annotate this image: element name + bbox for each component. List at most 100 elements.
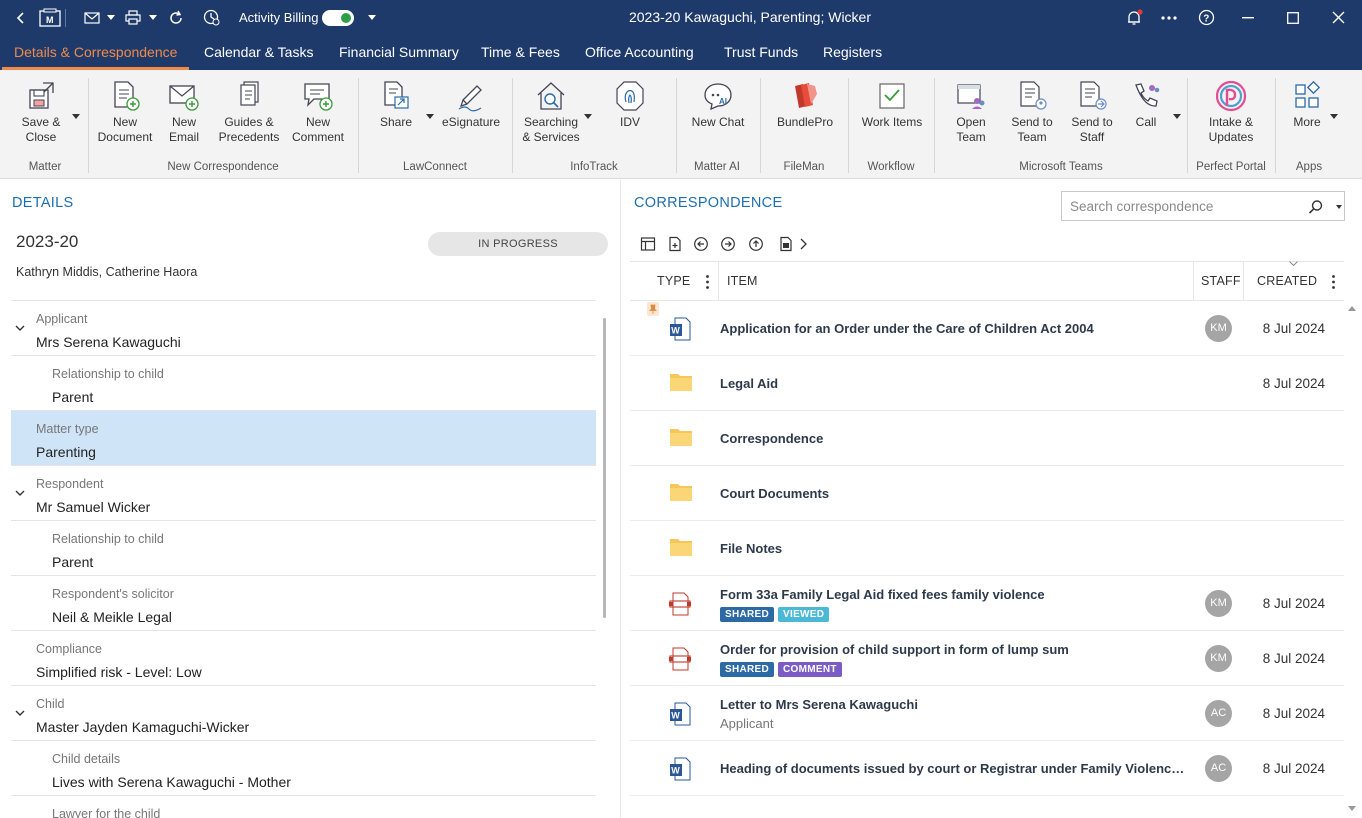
table-row[interactable]: Legal Aid 8 Jul 2024 — [630, 356, 1344, 411]
pane-divider[interactable] — [620, 180, 621, 818]
search-input[interactable] — [1062, 192, 1302, 220]
call-button[interactable]: Call — [1130, 80, 1162, 130]
tab-registers[interactable]: Registers — [823, 35, 882, 70]
open-team-button[interactable]: Open Team — [950, 80, 992, 145]
column-divider[interactable] — [1243, 262, 1244, 301]
table-row[interactable]: Court Documents — [630, 466, 1344, 521]
intake-updates-button[interactable]: Intake & Updates — [1204, 80, 1258, 145]
layout-icon[interactable] — [640, 236, 656, 252]
column-header-type[interactable]: TYPE — [657, 262, 690, 301]
scroll-up-arrow-icon[interactable] — [1348, 306, 1356, 311]
more-label: More — [1293, 115, 1321, 129]
tab-calendar-tasks[interactable]: Calendar & Tasks — [204, 35, 313, 70]
tab-financial-summary[interactable]: Financial Summary — [339, 35, 459, 70]
back-icon[interactable] — [693, 236, 709, 252]
bundlepro-button[interactable]: BundlePro — [774, 80, 836, 130]
detail-row-child[interactable]: Child Master Jayden Kamaguchi-Wicker — [11, 686, 596, 741]
scroll-down-arrow-icon[interactable] — [1348, 806, 1356, 811]
table-row[interactable]: Form 33a Family Legal Aid fixed fees fam… — [630, 576, 1344, 631]
email-dropdown-icon[interactable] — [106, 0, 116, 35]
search-icon[interactable] — [1308, 199, 1324, 215]
send-to-staff-button[interactable]: Send to Staff — [1068, 80, 1116, 145]
preview-icon[interactable] — [779, 236, 795, 252]
work-items-button[interactable]: Work Items — [858, 80, 926, 130]
detail-row-relationship[interactable]: Relationship to child Parent — [11, 521, 596, 576]
save-close-button[interactable]: Save & Close — [16, 80, 66, 145]
email-icon[interactable] — [82, 0, 102, 35]
new-item-icon[interactable] — [667, 236, 683, 252]
activity-billing-toggle[interactable] — [322, 10, 354, 26]
tab-time-fees[interactable]: Time & Fees — [481, 35, 560, 70]
print-dropdown-icon[interactable] — [148, 0, 158, 35]
titlebar-dropdown-icon[interactable] — [367, 0, 377, 35]
table-row[interactable]: Correspondence — [630, 411, 1344, 466]
share-dropdown-icon[interactable] — [426, 114, 434, 119]
table-row[interactable]: W Application for an Order under the Car… — [630, 301, 1344, 356]
chevron-down-icon[interactable] — [15, 488, 25, 498]
searching-services-button[interactable]: Searching & Services — [520, 80, 582, 145]
refresh-icon[interactable] — [166, 0, 186, 35]
tab-details-correspondence[interactable]: Details & Correspondence — [14, 35, 177, 70]
chevron-down-icon[interactable] — [15, 708, 25, 718]
detail-row-applicant[interactable]: Applicant Mrs Serena Kawaguchi — [11, 301, 596, 356]
maximize-icon[interactable] — [1283, 0, 1303, 35]
call-dropdown-icon[interactable] — [1173, 114, 1181, 119]
item-title: Application for an Order under the Care … — [720, 321, 1094, 336]
up-icon[interactable] — [748, 236, 764, 252]
tab-office-accounting[interactable]: Office Accounting — [585, 35, 694, 70]
chevron-down-icon[interactable] — [15, 323, 25, 333]
detail-row-matter-type[interactable]: Matter type Parenting — [11, 411, 596, 466]
more-dropdown-icon[interactable] — [1330, 114, 1338, 119]
guides-precedents-button[interactable]: Guides & Precedents — [218, 80, 280, 145]
minimize-icon[interactable] — [1238, 0, 1258, 35]
column-header-staff[interactable]: STAFF — [1201, 262, 1241, 301]
share-button[interactable]: Share — [376, 80, 416, 130]
print-icon[interactable] — [122, 0, 144, 35]
new-chat-button[interactable]: AI New Chat — [688, 80, 748, 130]
pin-icon[interactable] — [647, 302, 659, 316]
detail-row-child-details[interactable]: Child details Lives with Serena Kawaguch… — [11, 741, 596, 796]
help-icon[interactable]: ? — [1195, 0, 1217, 35]
send-to-staff-icon — [1076, 80, 1108, 112]
clock-icon[interactable] — [200, 0, 222, 35]
more-options-icon[interactable] — [1158, 0, 1180, 35]
searching-services-dropdown-icon[interactable] — [584, 114, 592, 119]
column-header-item[interactable]: ITEM — [727, 262, 758, 301]
detail-row-relationship[interactable]: Relationship to child Parent — [11, 356, 596, 411]
more-apps-button[interactable]: More — [1290, 80, 1324, 130]
column-divider[interactable] — [718, 262, 719, 301]
esignature-label: eSignature — [442, 115, 501, 129]
detail-row-respondent-solicitor[interactable]: Respondent's solicitor Neil & Meikle Leg… — [11, 576, 596, 631]
notification-bell-icon[interactable] — [1122, 0, 1146, 35]
details-scrollbar[interactable] — [603, 318, 606, 618]
idv-button[interactable]: IDV — [610, 80, 650, 130]
tab-trust-funds[interactable]: Trust Funds — [724, 35, 798, 70]
new-comment-button[interactable]: New Comment — [290, 80, 346, 145]
send-to-team-button[interactable]: Send to Team — [1008, 80, 1056, 145]
group-matter-ai: Matter AI — [693, 161, 741, 173]
table-row[interactable]: File Notes — [630, 521, 1344, 576]
column-menu-icon[interactable] — [706, 275, 709, 289]
group-apps: Apps — [1295, 161, 1323, 173]
table-row[interactable]: Order for provision of child support in … — [630, 631, 1344, 686]
chevron-right-icon[interactable] — [796, 236, 812, 252]
matter-icon[interactable]: M — [38, 0, 62, 35]
save-close-dropdown-icon[interactable] — [72, 114, 80, 119]
back-arrow-icon[interactable] — [10, 0, 32, 35]
detail-row-lawyer-for-child[interactable]: Lawyer for the child — [11, 796, 596, 818]
new-email-button[interactable]: New Email — [164, 80, 204, 145]
detail-row-compliance[interactable]: Compliance Simplified risk - Level: Low — [11, 631, 596, 686]
table-row[interactable]: W Heading of documents issued by court o… — [630, 741, 1344, 796]
column-divider[interactable] — [1193, 262, 1194, 301]
esignature-button[interactable]: eSignature — [442, 80, 500, 130]
forward-icon[interactable] — [720, 236, 736, 252]
item-created: 8 Jul 2024 — [1262, 321, 1325, 336]
search-dropdown-icon[interactable] — [1336, 205, 1342, 209]
close-icon[interactable] — [1328, 0, 1348, 35]
column-menu-icon[interactable] — [1332, 275, 1335, 289]
table-row[interactable]: W Letter to Mrs Serena Kawaguchi Applica… — [630, 686, 1344, 741]
new-document-button[interactable]: New Document — [96, 80, 154, 145]
column-header-created[interactable]: CREATED — [1257, 262, 1317, 301]
status-badge[interactable]: IN PROGRESS — [428, 232, 608, 256]
detail-row-respondent[interactable]: Respondent Mr Samuel Wicker — [11, 466, 596, 521]
